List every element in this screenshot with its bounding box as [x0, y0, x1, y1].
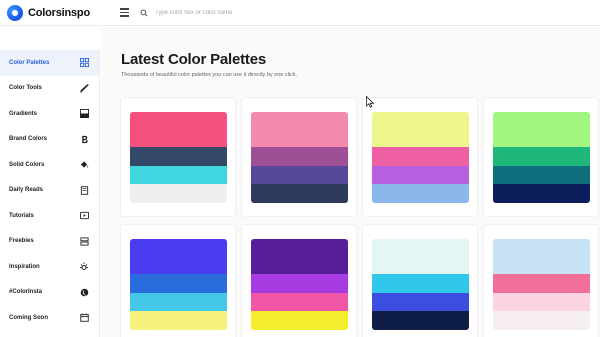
color-swatch[interactable] — [493, 239, 590, 275]
hamburger-menu-icon[interactable] — [113, 2, 135, 24]
sidebar-item-tutorials[interactable]: Tutorials — [0, 203, 99, 229]
color-swatch[interactable] — [130, 165, 227, 185]
color-swatch[interactable] — [251, 292, 348, 312]
color-swatch[interactable] — [372, 239, 469, 275]
sidebar-item-brand-colors[interactable]: Brand Colors — [0, 127, 99, 153]
gift-icon — [79, 236, 89, 246]
color-swatch[interactable] — [251, 311, 348, 330]
page-title: Latest Color Palettes — [121, 51, 267, 68]
sidebar-item-color-tools[interactable]: Color Tools — [0, 76, 99, 102]
color-swatch[interactable] — [493, 147, 590, 166]
sidebar-item-label: #ColorInsta — [9, 289, 43, 296]
sidebar-item-label: Tutorials — [9, 212, 34, 219]
page-subtitle: Thousands of beautiful color palettes yo… — [121, 72, 298, 78]
top-bar: Colorsinspo — [0, 0, 600, 26]
color-swatch[interactable] — [372, 274, 469, 293]
brush-icon — [79, 83, 89, 93]
sidebar-item-gradients[interactable]: Gradients — [0, 101, 99, 127]
colorsinspo-logo-icon — [7, 4, 23, 21]
search-input[interactable] — [155, 9, 355, 16]
color-swatch[interactable] — [130, 274, 227, 293]
sidebar-item-label: Solid Colors — [9, 161, 45, 168]
sidebar-item-label: Color Palettes — [9, 59, 50, 66]
color-swatch[interactable] — [372, 165, 469, 185]
color-swatch[interactable] — [372, 292, 469, 312]
palette-card[interactable] — [242, 225, 356, 337]
palette-swatches — [493, 239, 590, 330]
palette-card[interactable] — [484, 225, 598, 337]
book-icon — [79, 185, 89, 195]
color-swatch[interactable] — [130, 292, 227, 312]
sidebar-item-freebies[interactable]: Freebies — [0, 229, 99, 255]
play-icon — [79, 211, 89, 221]
sidebar-item-solid-colors[interactable]: Solid Colors — [0, 152, 99, 178]
grid-icon — [79, 58, 89, 68]
globe-icon — [79, 287, 89, 297]
palette-swatches — [130, 239, 227, 330]
sidebar-item-inspiration[interactable]: Inspiration — [0, 254, 99, 280]
sidebar-item-label: Gradients — [9, 110, 38, 117]
sidebar-item-coming-soon[interactable]: Coming Soon — [0, 305, 99, 331]
color-swatch[interactable] — [493, 311, 590, 330]
letter-b-icon — [79, 134, 89, 144]
color-swatch[interactable] — [493, 165, 590, 185]
brand[interactable]: Colorsinspo — [0, 4, 100, 21]
sidebar-item-label: Inspiration — [9, 263, 40, 270]
color-swatch[interactable] — [130, 112, 227, 148]
mouse-pointer-icon — [366, 96, 374, 108]
sidebar-item-daily-reads[interactable]: Daily Reads — [0, 178, 99, 204]
palette-card[interactable] — [363, 98, 477, 216]
palette-card[interactable] — [242, 98, 356, 216]
color-swatch[interactable] — [372, 112, 469, 148]
color-swatch[interactable] — [130, 184, 227, 203]
sidebar-item-label: Daily Reads — [9, 187, 44, 194]
color-swatch[interactable] — [372, 311, 469, 330]
color-swatch[interactable] — [372, 147, 469, 166]
palette-swatches — [251, 112, 348, 203]
color-swatch[interactable] — [251, 112, 348, 148]
main-content: Latest Color Palettes Thousands of beaut… — [101, 27, 600, 337]
brand-name: Colorsinspo — [28, 6, 90, 19]
color-swatch[interactable] — [130, 239, 227, 275]
palette-swatches — [251, 239, 348, 330]
palette-swatches — [130, 112, 227, 203]
sidebar-item-color-palettes[interactable]: Color Palettes — [0, 50, 99, 76]
gradient-icon — [79, 109, 89, 119]
palette-card[interactable] — [121, 225, 235, 337]
color-swatch[interactable] — [251, 147, 348, 166]
color-swatch[interactable] — [130, 147, 227, 166]
sidebar-item-label: Color Tools — [9, 85, 42, 92]
color-swatch[interactable] — [493, 184, 590, 203]
sidebar-item-colorinsta[interactable]: #ColorInsta — [0, 280, 99, 306]
color-swatch[interactable] — [130, 311, 227, 330]
sidebar-item-label: Freebies — [9, 238, 34, 245]
color-swatch[interactable] — [251, 165, 348, 185]
color-swatch[interactable] — [251, 184, 348, 203]
palette-swatches — [372, 112, 469, 203]
color-swatch[interactable] — [493, 292, 590, 312]
palette-card[interactable] — [121, 98, 235, 216]
palette-card[interactable] — [363, 225, 477, 337]
sidebar-item-label: Coming Soon — [9, 314, 48, 321]
palette-swatches — [372, 239, 469, 330]
color-swatch[interactable] — [493, 274, 590, 293]
color-swatch[interactable] — [251, 239, 348, 275]
sidebar: Color Palettes Color Tools Gradients Bra… — [0, 50, 100, 337]
color-swatch[interactable] — [372, 184, 469, 203]
color-swatch[interactable] — [251, 274, 348, 293]
search-icon — [137, 6, 151, 20]
search-bar — [137, 2, 355, 24]
palette-swatches — [493, 112, 590, 203]
app-window: Colorsinspo Color Palettes Color Tools — [0, 0, 600, 337]
palette-card[interactable] — [484, 98, 598, 216]
color-swatch[interactable] — [493, 112, 590, 148]
paint-bucket-icon — [79, 160, 89, 170]
sidebar-item-label: Brand Colors — [9, 136, 48, 143]
sun-icon — [79, 262, 89, 272]
calendar-icon — [79, 313, 89, 323]
